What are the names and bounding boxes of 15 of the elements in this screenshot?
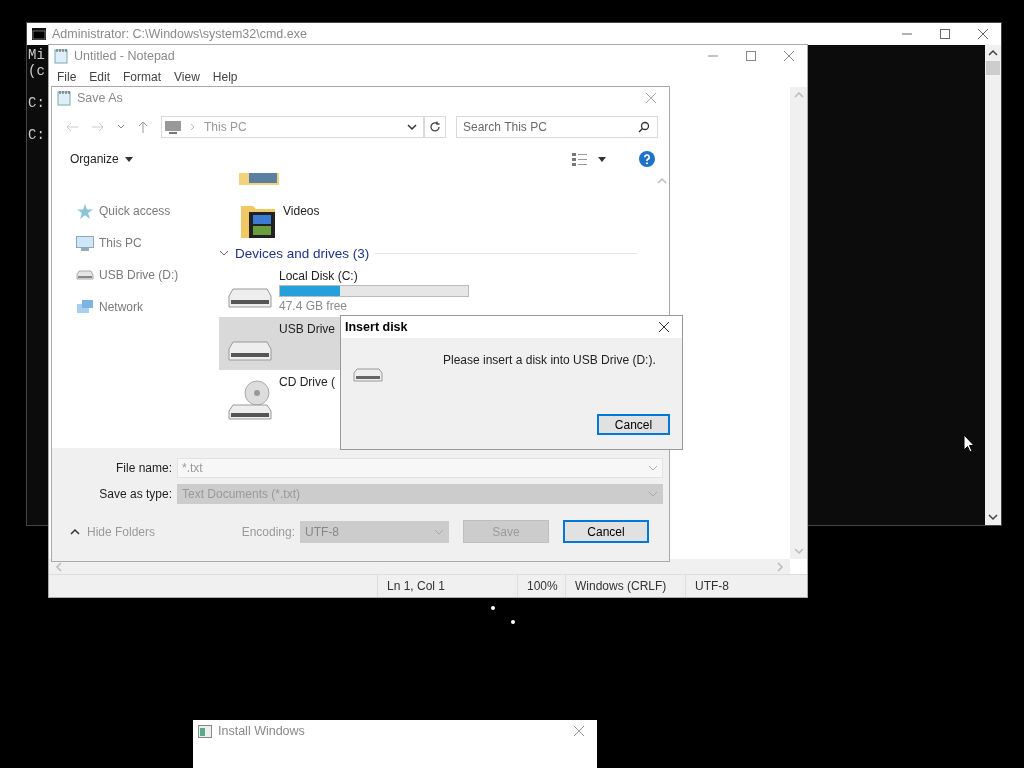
window-title: Install Windows bbox=[218, 724, 305, 738]
dialog-message: Please insert a disk into USB Drive (D:). bbox=[443, 353, 657, 369]
status-text: 100% bbox=[517, 575, 565, 597]
window-title: Insert disk bbox=[345, 320, 408, 334]
console-line: (c bbox=[27, 63, 45, 79]
window-title: Untitled - Notepad bbox=[74, 49, 175, 63]
window-title: Administrator: C:\Windows\system32\cmd.exe bbox=[52, 27, 307, 41]
console-line: C: bbox=[27, 127, 45, 143]
status-text: UTF-8 bbox=[685, 575, 807, 597]
status-text: Windows (CRLF) bbox=[565, 575, 685, 597]
console-line: C: bbox=[27, 95, 45, 111]
console-line: Mi bbox=[27, 47, 45, 63]
status-text: Ln 1, Col 1 bbox=[377, 575, 517, 597]
encoding-label: Encoding: bbox=[241, 524, 295, 539]
window-title: Save As bbox=[77, 91, 123, 105]
